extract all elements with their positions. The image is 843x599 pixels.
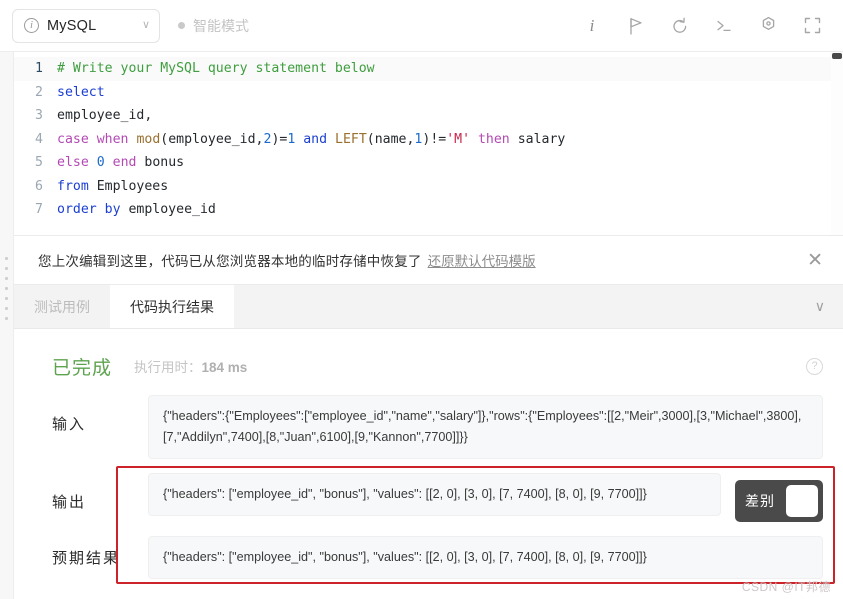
run-flag-icon[interactable] — [625, 15, 647, 37]
smart-mode-indicator[interactable]: 智能模式 — [178, 16, 249, 36]
line-number: 1 — [35, 61, 43, 76]
code-line-text: from Employees — [57, 178, 169, 194]
runtime-info: 执行用时：184 ms — [134, 356, 247, 376]
watermark: CSDN @IT邦德 — [741, 580, 831, 594]
chevron-down-icon: ∨ — [141, 19, 150, 31]
close-icon[interactable]: ✕ — [805, 247, 825, 274]
editor-scrollbar-thumb[interactable] — [832, 53, 842, 59]
language-select[interactable]: i MySQL ∨ — [12, 8, 160, 43]
smart-mode-label: 智能模式 — [193, 17, 249, 34]
expected-value: {"headers": ["employee_id", "bonus"], "v… — [148, 536, 823, 579]
io-block: 输入 {"headers":{"Employees":["employee_id… — [14, 395, 843, 579]
info-circle-icon: i — [24, 18, 39, 33]
code-line[interactable]: 6 from Employees — [14, 175, 843, 199]
tab-execution-result-label: 代码执行结果 — [130, 298, 214, 315]
diff-toggle-label: 差别 — [745, 493, 775, 509]
sql-code-editor[interactable]: 1 # Write your MySQL query statement belo… — [14, 52, 843, 235]
tab-test-cases[interactable]: 测试用例 — [14, 285, 110, 328]
line-number: 4 — [35, 131, 43, 147]
help-circle-icon[interactable]: ? — [806, 357, 823, 375]
info-icon[interactable]: i — [581, 15, 603, 37]
line-number: 3 — [35, 108, 43, 123]
expected-label: 预期结果 — [52, 550, 121, 567]
diff-toggle[interactable]: 差别 — [735, 480, 823, 522]
diff-toggle-knob[interactable] — [786, 485, 818, 517]
console-terminal-icon[interactable] — [713, 15, 735, 37]
editor-scrollbar-track[interactable] — [831, 52, 843, 235]
restore-default-template-link[interactable]: 还原默认代码模版 — [428, 250, 536, 270]
execution-result-panel: 已完成 执行用时：184 ms ? 输入 {"headers":{"Employ… — [14, 329, 843, 599]
result-tabbar: 测试用例 代码执行结果 ∨ — [14, 285, 843, 329]
io-row-output: 输出 {"headers": ["employee_id", "bonus"],… — [14, 473, 823, 522]
io-row-expected: 预期结果 {"headers": ["employee_id", "bonus"… — [14, 536, 823, 579]
line-number: 5 — [35, 155, 43, 170]
restore-notice-text: 您上次编辑到这里，代码已从您浏览器本地的临时存储中恢复了 — [38, 254, 422, 269]
line-number: 6 — [35, 178, 43, 194]
fullscreen-icon[interactable] — [801, 15, 823, 37]
editor-toolbar: i MySQL ∨ 智能模式 i — [0, 0, 843, 52]
collapse-panel-chevron-icon[interactable]: ∨ — [797, 285, 843, 328]
reset-undo-icon[interactable] — [669, 15, 691, 37]
panel-drag-rail[interactable] — [0, 52, 14, 599]
execution-status-row: 已完成 执行用时：184 ms ? — [14, 351, 843, 381]
code-lines[interactable]: 1 # Write your MySQL query statement belo… — [14, 52, 843, 222]
code-line-text: select — [57, 84, 105, 100]
toolbar-icon-group: i — [581, 15, 829, 37]
input-value: {"headers":{"Employees":["employee_id","… — [148, 395, 823, 459]
runtime-label: 执行用时： — [134, 360, 202, 375]
output-value: {"headers": ["employee_id", "bonus"], "v… — [148, 473, 721, 516]
io-row-input: 输入 {"headers":{"Employees":["employee_id… — [14, 395, 823, 459]
restore-code-notice: 您上次编辑到这里，代码已从您浏览器本地的临时存储中恢复了 还原默认代码模版 ✕ — [14, 235, 843, 285]
code-line[interactable]: 2 select — [14, 81, 843, 105]
output-label: 输出 — [52, 494, 87, 511]
language-label: MySQL — [47, 17, 97, 34]
status-badge: 已完成 — [52, 357, 113, 379]
code-line-text: else 0 end bonus — [57, 155, 185, 170]
code-line[interactable]: 1 # Write your MySQL query statement belo… — [14, 57, 843, 81]
tab-execution-result[interactable]: 代码执行结果 — [110, 285, 234, 328]
code-line[interactable]: 7 order by employee_id — [14, 198, 843, 222]
code-line-text: order by employee_id — [57, 202, 216, 217]
runtime-value: 184 ms — [201, 360, 248, 375]
drag-handle-dots[interactable] — [5, 257, 8, 327]
code-line-text: employee_id, — [57, 108, 153, 123]
tab-test-cases-label: 测试用例 — [34, 298, 90, 315]
line-number: 2 — [35, 84, 43, 100]
input-label: 输入 — [52, 416, 87, 433]
code-line[interactable]: 5 else 0 end bonus — [14, 151, 843, 175]
code-line-text: case when mod(employee_id,2)=1 and LEFT(… — [57, 131, 566, 147]
code-line[interactable]: 3 employee_id, — [14, 104, 843, 128]
code-line[interactable]: 4 case when mod(employee_id,2)=1 and LEFT… — [14, 128, 843, 152]
code-editor-app: i MySQL ∨ 智能模式 i 1 # Write your MySQL qu… — [0, 0, 843, 599]
code-line-text: # Write your MySQL query statement below — [57, 61, 375, 76]
settings-gear-icon[interactable] — [757, 15, 779, 37]
line-number: 7 — [35, 202, 43, 217]
status-dot-icon — [178, 22, 185, 29]
